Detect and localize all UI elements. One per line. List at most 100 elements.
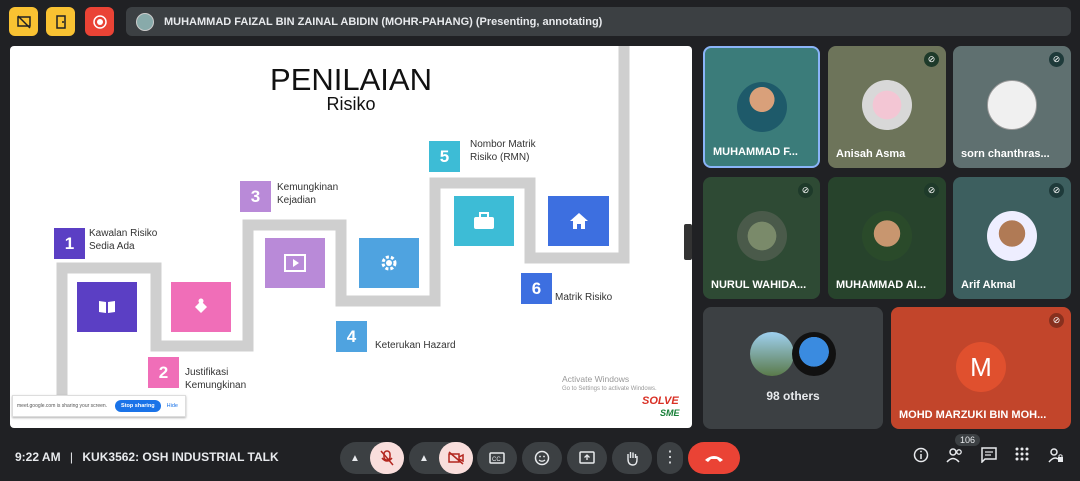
annotation-toolbar-handle[interactable] <box>684 224 692 260</box>
step-2-label-line1: Justifikasi <box>185 367 229 378</box>
info-icon <box>913 447 929 463</box>
chat-button[interactable] <box>981 447 997 467</box>
shared-screen: PENILAIAN Risiko 1 Kawalan Risiko Sedia … <box>10 46 692 428</box>
captions-button[interactable]: CC <box>477 442 517 474</box>
others-count: 98 others <box>766 389 820 403</box>
participant-name: MOHD MARZUKI BIN MOH... <box>899 409 1047 421</box>
lock-person-icon <box>1048 448 1063 463</box>
participant-name: NURUL WAHIDA... <box>711 279 807 291</box>
apps-grid-icon <box>1015 447 1029 461</box>
hand-icon <box>627 452 638 466</box>
participant-tile-2[interactable]: ⊘ Anisah Asma <box>828 46 946 168</box>
host-controls-button[interactable] <box>1048 447 1064 467</box>
hide-button[interactable]: Hide <box>167 403 178 409</box>
participant-tile-3[interactable]: ⊘ sorn chanthras... <box>953 46 1071 168</box>
step-6-label: Matrik Risiko <box>555 291 612 304</box>
others-tile[interactable]: 98 others <box>703 307 883 429</box>
activate-windows-title: Activate Windows <box>562 374 630 384</box>
avatar <box>736 82 787 132</box>
avatar <box>736 211 787 261</box>
participant-name: Anisah Asma <box>836 148 906 160</box>
share-notice-text: meet.google.com is sharing your screen. <box>17 403 108 409</box>
mic-off-button[interactable] <box>370 442 404 474</box>
step-2-label-line2: Kemungkinan <box>185 380 247 391</box>
step-4-number: 4 <box>336 321 367 352</box>
more-vert-icon: ⋮ <box>662 449 678 466</box>
mic-off-icon: ⊘ <box>1049 313 1064 328</box>
avatar <box>987 80 1037 130</box>
chat-icon <box>981 447 997 464</box>
emoji-button[interactable] <box>522 442 562 474</box>
step-3-label: Kemungkinan Kejadian <box>277 181 338 207</box>
step-1-label-line1: Kawalan Risiko <box>89 228 158 239</box>
step-4-label-line1: Keterukan Hazard <box>375 340 456 351</box>
people-button[interactable] <box>946 447 964 467</box>
more-options-button[interactable]: ⋮ <box>657 442 683 474</box>
step-3-label-line1: Kemungkinan <box>277 182 339 193</box>
step-5-label-line1: Nombor Matrik <box>470 139 536 150</box>
people-icon <box>946 448 962 463</box>
mic-off-icon: ⊘ <box>1049 183 1064 198</box>
stop-sharing-button[interactable]: Stop sharing <box>115 400 161 412</box>
avatar <box>862 211 912 261</box>
presenter-text: MUHAMMAD FAIZAL BIN ZAINAL ABIDIN (MOHR-… <box>164 15 603 28</box>
solve-logo: SOLVE <box>642 395 679 407</box>
camera-off-button[interactable] <box>439 442 473 474</box>
mic-off-icon: ⊘ <box>924 52 939 67</box>
participant-tile-6[interactable]: ⊘ Arif Akmal <box>953 177 1071 299</box>
presenter-banner: MUHAMMAD FAIZAL BIN ZAINAL ABIDIN (MOHR-… <box>126 7 1071 36</box>
participant-name: MUHAMMAD AI... <box>836 279 927 291</box>
participant-name: MUHAMMAD F... <box>713 146 798 158</box>
people-count-badge: 106 <box>955 434 981 446</box>
chevron-up-icon[interactable]: ▲ <box>419 453 429 464</box>
step-6-label-line1: Matrik Risiko <box>555 292 613 303</box>
meeting-info: 9:22 AM | KUK3562: OSH INDUSTRIAL TALK <box>15 450 279 464</box>
settings-icon <box>359 238 419 288</box>
chevron-up-icon[interactable]: ▲ <box>350 453 360 464</box>
avatar-initial: M <box>956 342 1006 392</box>
briefcase-icon <box>454 196 514 246</box>
step-3-number: 3 <box>240 181 271 212</box>
home-icon <box>548 196 609 246</box>
step-4-label: Keterukan Hazard <box>375 339 456 352</box>
captions-icon: CC <box>489 452 505 464</box>
participant-tile-4[interactable]: ⊘ NURUL WAHIDA... <box>703 177 820 299</box>
mic-off-icon: ⊘ <box>924 183 939 198</box>
leave-call-button[interactable] <box>688 442 740 474</box>
present-button[interactable] <box>567 442 607 474</box>
step-3-label-line2: Kejadian <box>277 195 316 206</box>
record-icon[interactable] <box>85 7 114 36</box>
top-bar: MUHAMMAD FAIZAL BIN ZAINAL ABIDIN (MOHR-… <box>0 0 1080 44</box>
door-icon[interactable] <box>46 7 75 36</box>
step-1-label-line2: Sedia Ada <box>89 241 135 252</box>
step-1-label: Kawalan Risiko Sedia Ada <box>89 227 157 253</box>
raise-hand-button[interactable] <box>612 442 652 474</box>
presenter-avatar <box>136 12 154 31</box>
avatar <box>792 332 836 376</box>
participant-tile-marzuki[interactable]: ⊘ M MOHD MARZUKI BIN MOH... <box>891 307 1071 429</box>
step-2-number: 2 <box>148 357 179 388</box>
emoji-icon <box>534 450 550 466</box>
slide-subtitle: Risiko <box>326 94 376 114</box>
slide-title: PENILAIAN <box>270 62 432 97</box>
step-5-label-line2: Risiko (RMN) <box>470 152 530 163</box>
video-icon <box>265 238 325 288</box>
presentation-off-icon[interactable] <box>9 7 38 36</box>
activities-button[interactable] <box>1015 447 1029 465</box>
participant-name: Arif Akmal <box>961 279 1016 291</box>
step-2-label: Justifikasi Kemungkinan <box>185 366 246 392</box>
present-screen-icon <box>579 451 595 464</box>
screen-sharing-notice: meet.google.com is sharing your screen. … <box>12 395 186 417</box>
participant-tile-5[interactable]: ⊘ MUHAMMAD AI... <box>828 177 946 299</box>
clock: 9:22 AM <box>15 450 61 464</box>
participant-name: sorn chanthras... <box>961 148 1050 160</box>
separator: | <box>69 450 74 464</box>
avatar <box>750 332 794 376</box>
mic-off-icon: ⊘ <box>798 183 813 198</box>
info-button[interactable] <box>913 447 929 467</box>
participant-tile-1[interactable]: MUHAMMAD F... <box>703 46 820 168</box>
book-icon <box>77 282 137 332</box>
step-1-number: 1 <box>54 228 85 259</box>
avatar <box>862 80 912 130</box>
camera-off-icon <box>448 451 464 465</box>
